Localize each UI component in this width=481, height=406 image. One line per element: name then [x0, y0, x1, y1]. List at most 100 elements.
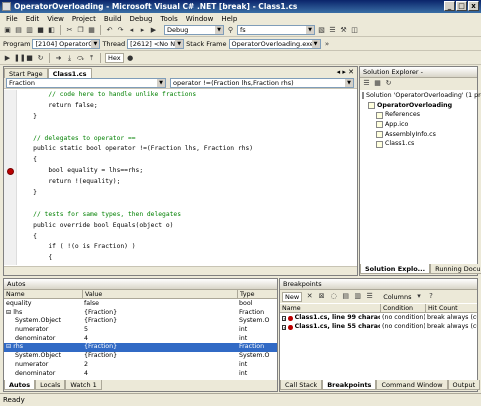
member-combo[interactable]: operator !=(Fraction lhs,Fraction rhs) ▼ [170, 78, 354, 88]
code-line[interactable]: public override bool Equals(object o) [18, 221, 357, 232]
tab-class1-cs[interactable]: Class1.cs [47, 68, 92, 78]
breakpoints-window-icon[interactable]: ● [126, 54, 135, 63]
menu-tools[interactable]: Tools [160, 15, 177, 23]
breakpoint-gutter[interactable] [4, 90, 17, 265]
table-row[interactable]: System.Object {Fraction} System.O [4, 317, 277, 326]
step-over-icon[interactable]: ⤼ [76, 54, 85, 63]
close-button[interactable]: x [468, 1, 479, 11]
copy-icon[interactable]: ❐ [76, 26, 85, 35]
tree-item-solution[interactable]: Solution 'OperatorOverloading' (1 projec… [362, 91, 481, 101]
columns-button[interactable]: Columns [383, 293, 411, 301]
code-line[interactable] [18, 199, 357, 210]
open-icon[interactable]: ▥ [25, 26, 34, 35]
solution-explorer-icon[interactable]: ▧ [317, 26, 326, 35]
save-all-icon[interactable]: ◧ [47, 26, 56, 35]
menu-edit[interactable]: Edit [26, 15, 40, 23]
tab-autos[interactable]: Autos [4, 380, 36, 390]
tab-running-documents[interactable]: Running Docu... [430, 264, 481, 274]
code-line[interactable]: // tests for same types, then delegates [18, 210, 357, 221]
chevron-down-icon[interactable]: ▾ [414, 292, 423, 301]
find-combo[interactable]: fs ▼ [237, 25, 315, 35]
type-combo[interactable]: Fraction ▼ [6, 78, 166, 88]
code-line[interactable]: return !(equality); [18, 177, 357, 188]
more-icon[interactable]: » [323, 40, 332, 49]
continue-icon[interactable]: ▶ [3, 54, 12, 63]
code-line[interactable]: // code here to handle unlike fractions [18, 90, 357, 101]
program-combo[interactable]: [2104] OperatorOverlo▼ [32, 39, 101, 49]
refresh-icon[interactable]: ↻ [384, 79, 393, 88]
properties-icon[interactable]: ☰ [362, 79, 371, 88]
column-type[interactable]: Type [237, 290, 277, 298]
tab-breakpoints[interactable]: Breakpoints [322, 380, 377, 390]
maximize-button[interactable]: □ [456, 1, 467, 11]
undo-icon[interactable]: ↶ [105, 26, 114, 35]
tab-solution-explorer[interactable]: Solution Explo... [360, 264, 431, 274]
table-row[interactable]: ✓Class1.cs, line 99 character 9(no condi… [280, 314, 477, 323]
restart-icon[interactable]: ↻ [36, 54, 45, 63]
table-row[interactable]: ⊟ rhs {Fraction} Fraction [4, 343, 277, 353]
tree-item-app-ico[interactable]: App.ico [362, 120, 477, 130]
column-condition[interactable]: Condition [380, 304, 425, 312]
properties-icon[interactable]: ☰ [365, 292, 374, 301]
table-row[interactable]: equality false bool [4, 300, 277, 309]
code-line[interactable]: // delegates to operator == [18, 134, 357, 145]
nav-forward-icon[interactable]: ▸ [138, 26, 147, 35]
column-name[interactable]: Name [4, 290, 82, 298]
table-row[interactable]: denominator 4 int [4, 335, 277, 344]
column-name[interactable]: Name [280, 304, 380, 312]
go-to-source-icon[interactable]: ▤ [341, 292, 350, 301]
menu-window[interactable]: Window [186, 15, 214, 23]
tree-item-assemblyinfo[interactable]: AssemblyInfo.cs [362, 130, 477, 140]
code-text[interactable]: // code here to handle unlike fractions … [18, 90, 357, 265]
new-project-icon[interactable]: ▣ [3, 26, 12, 35]
code-line[interactable] [18, 123, 357, 134]
code-line[interactable]: { [18, 155, 357, 166]
checkbox-icon[interactable]: ✓ [282, 324, 287, 330]
redo-icon[interactable]: ↷ [116, 26, 125, 35]
breakpoint-icon[interactable] [7, 168, 14, 175]
tab-output[interactable]: Output [447, 380, 481, 390]
save-icon[interactable]: ■ [36, 26, 45, 35]
minimize-button[interactable]: _ [444, 1, 455, 11]
tab-watch-1[interactable]: Watch 1 [65, 380, 102, 390]
find-icon[interactable]: ⚲ [226, 26, 235, 35]
code-line[interactable]: return false; [18, 264, 357, 265]
tree-item-references[interactable]: References [362, 110, 477, 120]
menu-view[interactable]: View [47, 15, 64, 23]
nav-back-icon[interactable]: ◂ [127, 26, 136, 35]
add-item-icon[interactable]: ▤ [14, 26, 23, 35]
toolbox-icon[interactable]: ⚒ [339, 26, 348, 35]
new-breakpoint-button[interactable]: New [282, 291, 303, 302]
help-icon[interactable]: ? [426, 292, 435, 301]
show-next-statement-icon[interactable]: ➜ [54, 54, 63, 63]
menu-debug[interactable]: Debug [129, 15, 152, 23]
clear-all-icon[interactable]: ⊠ [317, 292, 326, 301]
table-row[interactable]: System.Object {Fraction} System.O [4, 352, 277, 361]
table-row[interactable]: ⊟ lhs {Fraction} Fraction [4, 309, 277, 318]
code-line[interactable]: return false; [18, 101, 357, 112]
tab-start-page[interactable]: Start Page [4, 68, 48, 78]
cut-icon[interactable]: ✂ [65, 26, 74, 35]
table-row[interactable]: numerator 5 int [4, 326, 277, 335]
menu-file[interactable]: File [6, 15, 18, 23]
configuration-combo[interactable]: Debug ▼ [164, 25, 224, 35]
step-out-icon[interactable]: ⤒ [87, 54, 96, 63]
tab-locals[interactable]: Locals [35, 380, 66, 390]
horizontal-scrollbar[interactable] [4, 266, 357, 275]
class-view-icon[interactable]: ◫ [350, 26, 359, 35]
column-value[interactable]: Value [82, 290, 237, 298]
code-line[interactable]: if ( !(o is Fraction) ) [18, 242, 357, 253]
code-line[interactable]: } [18, 112, 357, 123]
checkbox-icon[interactable]: ✓ [282, 315, 287, 321]
step-into-icon[interactable]: ⤓ [65, 54, 74, 63]
column-hit-count[interactable]: Hit Count [425, 304, 477, 312]
stop-icon[interactable]: ■ [25, 54, 34, 63]
tree-item-project[interactable]: OperatorOverloading [362, 101, 477, 111]
code-line[interactable]: public static bool operator !=(Fraction … [18, 144, 357, 155]
go-to-disassembly-icon[interactable]: ▥ [353, 292, 362, 301]
tree-item-class1[interactable]: Class1.cs [362, 139, 477, 149]
table-row[interactable]: numerator 2 int [4, 361, 277, 370]
stack-frame-combo[interactable]: OperatorOverloading.exe!Fracti▼ [228, 39, 321, 49]
menu-build[interactable]: Build [104, 15, 122, 23]
code-line[interactable]: bool equality = lhs==rhs; [18, 166, 357, 177]
